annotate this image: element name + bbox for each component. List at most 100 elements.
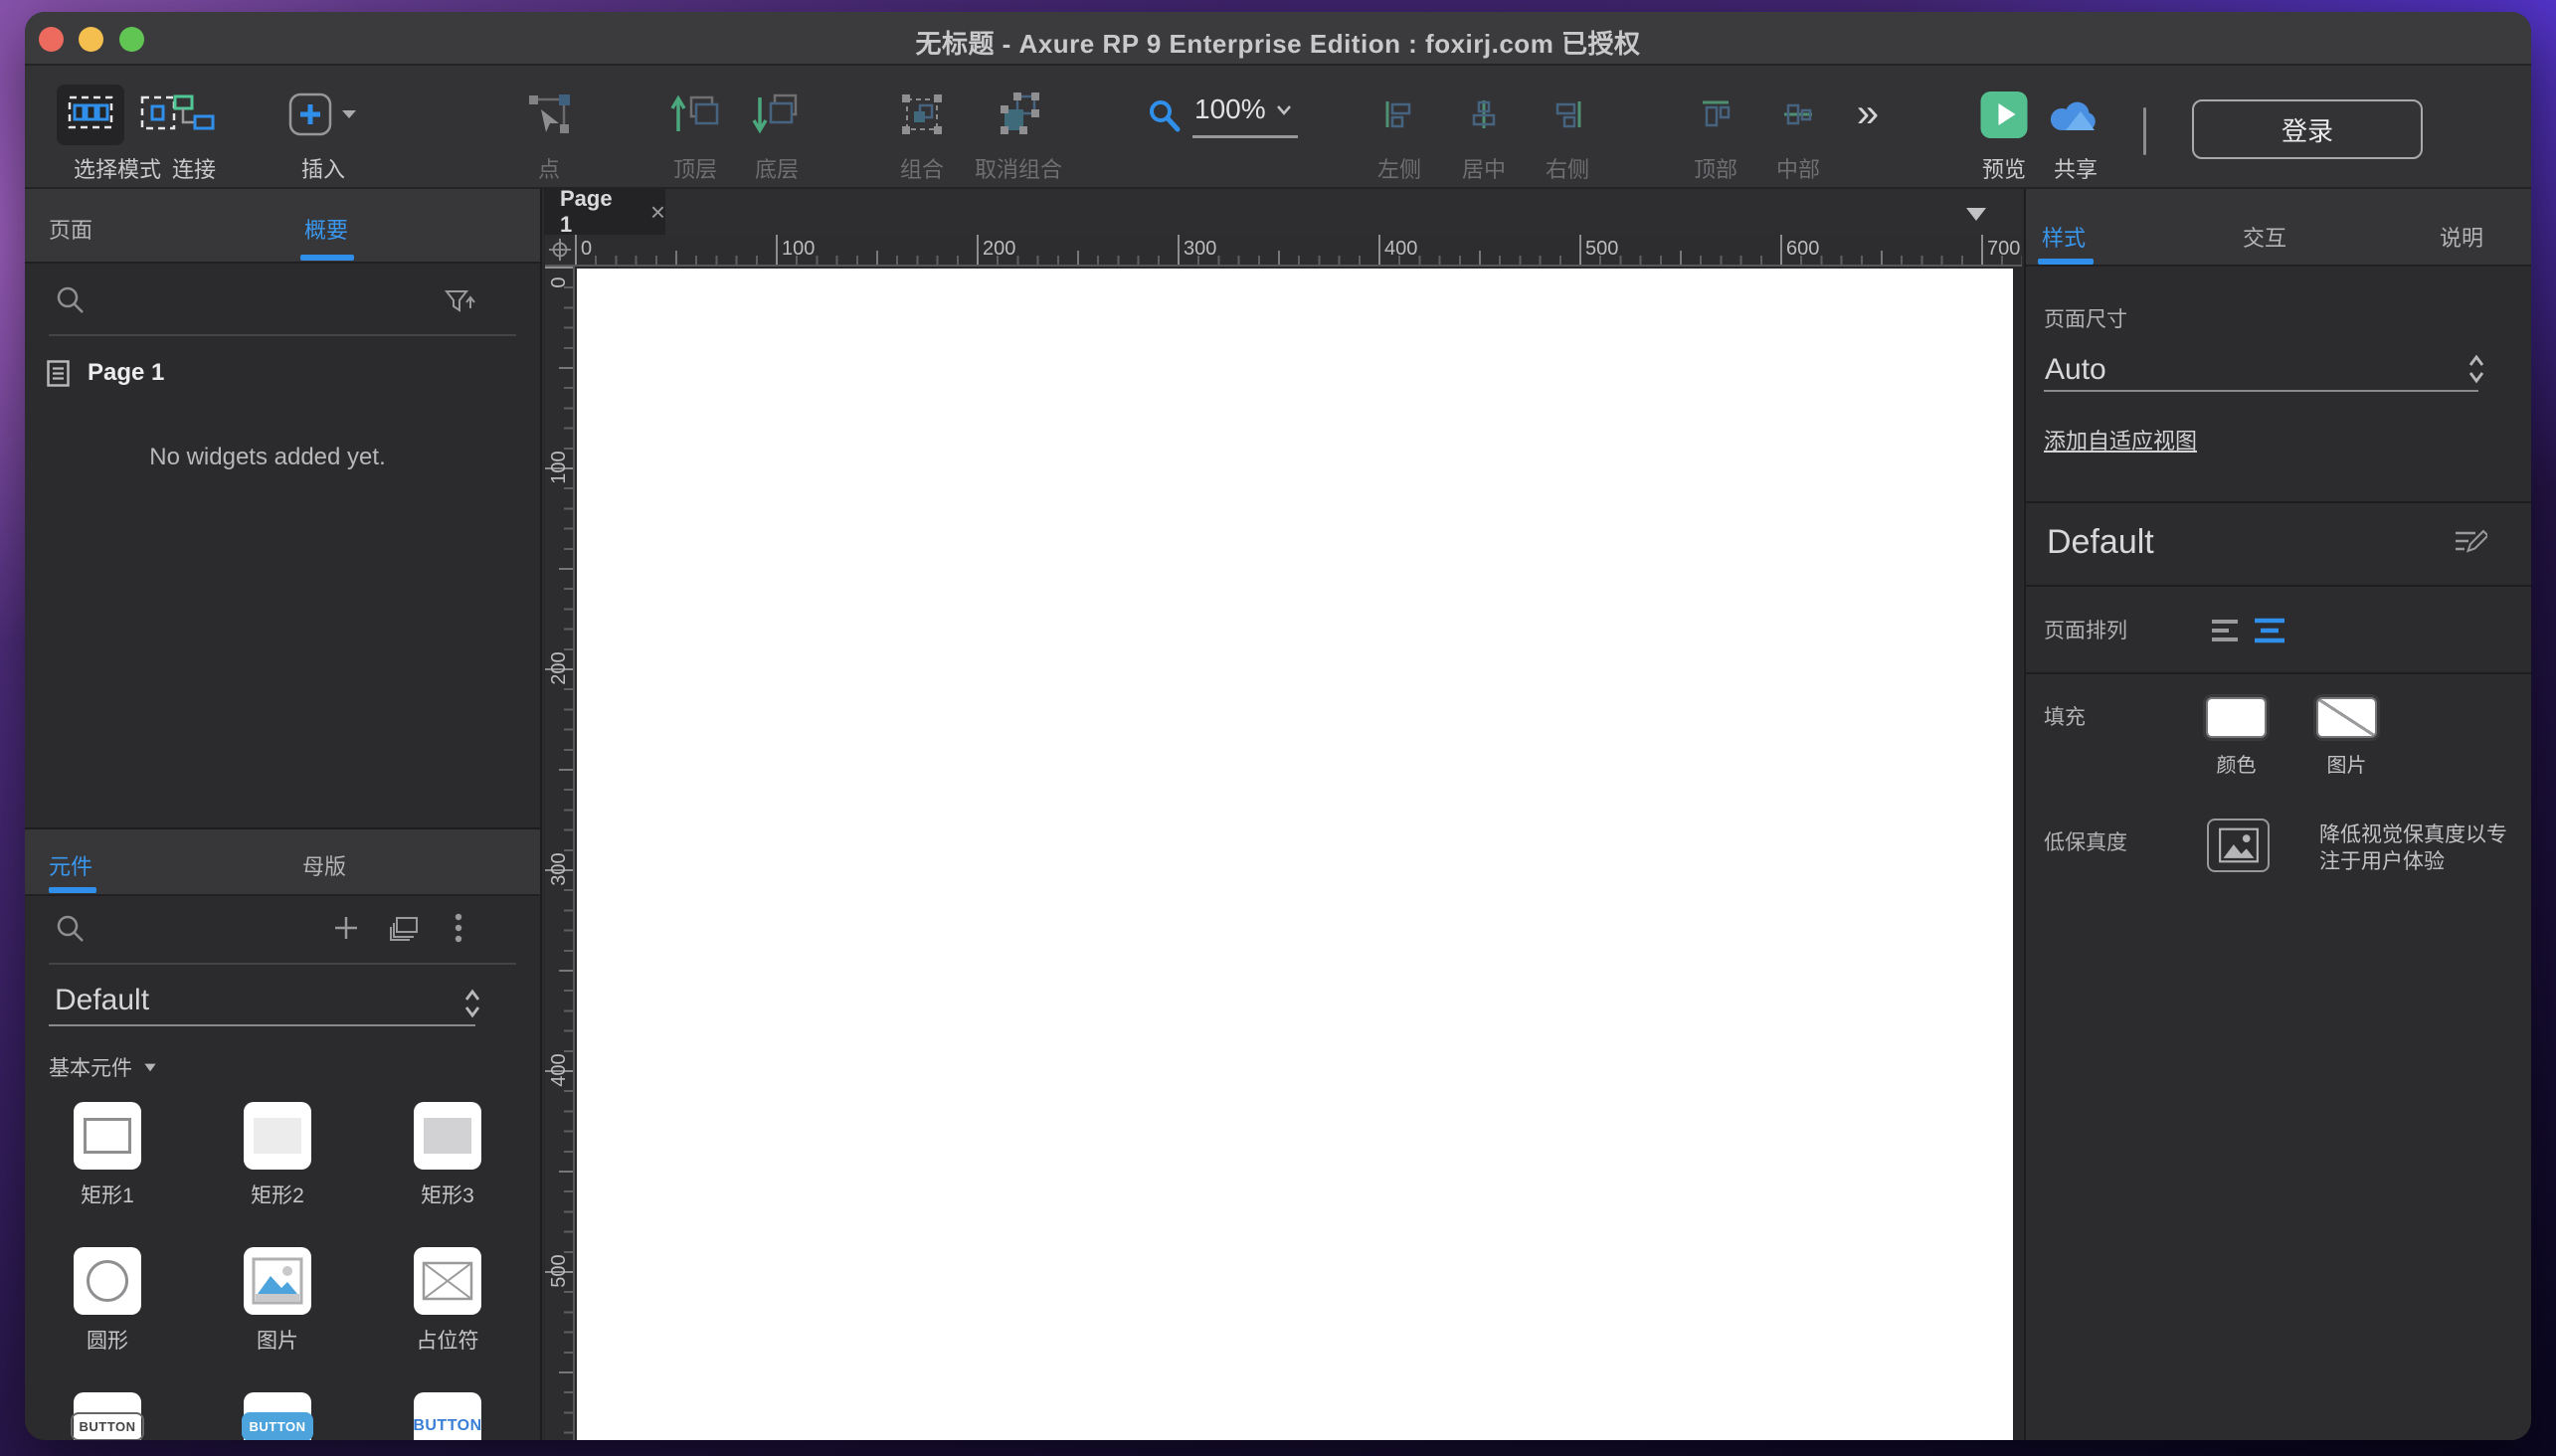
widget-tile[interactable] (74, 1102, 141, 1170)
tab-notes[interactable]: 说明 (2440, 221, 2483, 253)
insert-button[interactable]: 插入 (288, 84, 358, 184)
widget-section-header[interactable]: 基本元件 (49, 1052, 158, 1082)
placeholder-glyph (422, 1261, 473, 1301)
align-left-button[interactable]: 左侧 (1377, 84, 1421, 184)
page-tab-close-icon[interactable]: × (650, 199, 665, 225)
h-ruler-label: 700 (1987, 238, 2020, 261)
widget-tile[interactable]: BUTTON (74, 1392, 141, 1440)
library-underline (49, 1024, 475, 1026)
widget-tile-label: 矩形2 (198, 1180, 357, 1209)
widget-tile[interactable]: BUTTON (244, 1392, 311, 1440)
button-glyph: BUTTON (71, 1412, 145, 1441)
connect-button[interactable]: 连接 (171, 84, 217, 184)
copy-stack-icon[interactable] (388, 915, 420, 943)
main-area: 页面 概要 Page 1 (25, 189, 2531, 1440)
point-label: 点 (526, 152, 572, 184)
widget-tile[interactable] (74, 1247, 141, 1315)
canvas-page[interactable] (577, 269, 2013, 1440)
fill-color-swatch[interactable] (2206, 697, 2267, 738)
pages-panel-header: 页面 概要 (25, 189, 540, 264)
share-button[interactable]: 共享 (2048, 84, 2103, 184)
page-align-center-icon[interactable] (2254, 617, 2285, 644)
ellipse-glyph (87, 1260, 128, 1302)
bring-to-front-button[interactable]: 顶层 (670, 84, 720, 184)
widget-tile-label: 占位符 (368, 1325, 527, 1355)
group-icon (899, 91, 945, 137)
library-select[interactable]: Default (55, 984, 149, 1017)
page-tree-item[interactable]: Page 1 (47, 359, 164, 387)
ungroup-label: 取消组合 (975, 152, 1062, 184)
add-library-icon[interactable] (333, 915, 359, 941)
tab-pages[interactable]: 页面 (49, 213, 92, 245)
inspector-panel: 样式 交互 说明 页面尺寸 Auto 添加自适应视图 Default 页面排列 (2024, 189, 2531, 1440)
widget-search-icon[interactable] (55, 913, 85, 943)
page-size-select[interactable]: Auto (2045, 353, 2106, 387)
h-ruler-label: 0 (581, 238, 592, 261)
h-ruler-label: 600 (1786, 238, 1819, 261)
page-align-left-icon[interactable] (2211, 619, 2241, 644)
align-right-label: 右侧 (1546, 152, 1589, 184)
send-to-back-button[interactable]: 底层 (752, 84, 802, 184)
image-glyph (252, 1256, 303, 1306)
widget-search-divider (49, 963, 516, 965)
add-adaptive-views-link[interactable]: 添加自适应视图 (2044, 424, 2197, 455)
filter-icon[interactable] (444, 286, 475, 318)
select-mode-group: 选择模式 (57, 84, 178, 184)
login-button[interactable]: 登录 (2192, 99, 2423, 159)
toolbar: 选择模式 连接 插入 (25, 66, 2531, 189)
style-name-heading: Default (2047, 523, 2154, 562)
zoom-control[interactable]: 100% (1147, 93, 1298, 138)
tab-widgets-underline (49, 887, 96, 893)
titlebar: 无标题 - Axure RP 9 Enterprise Edition : fo… (25, 12, 2531, 66)
widget-tile[interactable] (244, 1247, 311, 1315)
tab-style[interactable]: 样式 (2042, 221, 2086, 253)
insert-plus-icon (288, 92, 332, 136)
lowfi-image-icon (2218, 827, 2260, 863)
tab-widgets[interactable]: 元件 (49, 849, 92, 881)
divider (2026, 501, 2531, 503)
fill-color-label: 颜色 (2206, 749, 2267, 778)
kebab-menu-icon[interactable] (455, 913, 462, 945)
rectangle2-glyph (254, 1118, 301, 1154)
align-middle-button[interactable]: 中部 (1776, 84, 1820, 184)
ungroup-icon (996, 91, 1041, 137)
lowfi-toggle-button[interactable] (2207, 819, 2270, 872)
primary-button-glyph: BUTTON (242, 1412, 314, 1441)
v-ruler: 0100200300400500 (545, 267, 575, 1440)
widget-tile[interactable] (244, 1102, 311, 1170)
preview-button[interactable]: 预览 (1981, 84, 2028, 184)
widgets-panel: 元件 母版 (25, 827, 540, 1440)
align-top-button[interactable]: 顶部 (1694, 84, 1737, 184)
tab-outline[interactable]: 概要 (304, 213, 348, 245)
tab-interactions[interactable]: 交互 (2243, 221, 2286, 253)
library-chevron-updown-icon (463, 989, 481, 1018)
search-icon[interactable] (55, 284, 85, 314)
ungroup-button[interactable]: 取消组合 (975, 84, 1062, 184)
zoom-chevron-down-icon (1276, 104, 1292, 115)
ruler-origin[interactable] (545, 235, 575, 267)
widgets-panel-header: 元件 母版 (25, 829, 540, 896)
point-mode-button[interactable]: 点 (526, 84, 572, 184)
page-item-label: Page 1 (88, 359, 164, 387)
edit-style-icon[interactable] (2454, 528, 2487, 558)
widget-tile-label: 图片 (198, 1325, 357, 1355)
toolbar-overflow-button[interactable]: » (1857, 91, 1879, 136)
tab-masters[interactable]: 母版 (302, 849, 346, 881)
page-tab[interactable]: Page 1 × (544, 189, 665, 235)
widget-tile[interactable] (414, 1102, 481, 1170)
preview-label: 预览 (1981, 152, 2028, 184)
align-left-label: 左侧 (1377, 152, 1421, 184)
widget-tile[interactable]: BUTTON (414, 1392, 481, 1440)
tab-outline-underline (300, 255, 354, 261)
connect-icon (171, 92, 217, 136)
select-mode-intersect-button[interactable] (57, 85, 124, 145)
align-center-button[interactable]: 居中 (1462, 84, 1506, 184)
align-right-button[interactable]: 右侧 (1546, 84, 1589, 184)
link-button-glyph: BUTTON (413, 1417, 481, 1435)
group-button[interactable]: 组合 (899, 84, 945, 184)
v-ruler-label: 400 (544, 1055, 574, 1085)
tab-list-caret-icon[interactable] (1966, 208, 1986, 221)
widget-tile[interactable] (414, 1247, 481, 1315)
page-tab-label: Page 1 (560, 186, 631, 238)
fill-image-swatch[interactable] (2316, 697, 2377, 738)
